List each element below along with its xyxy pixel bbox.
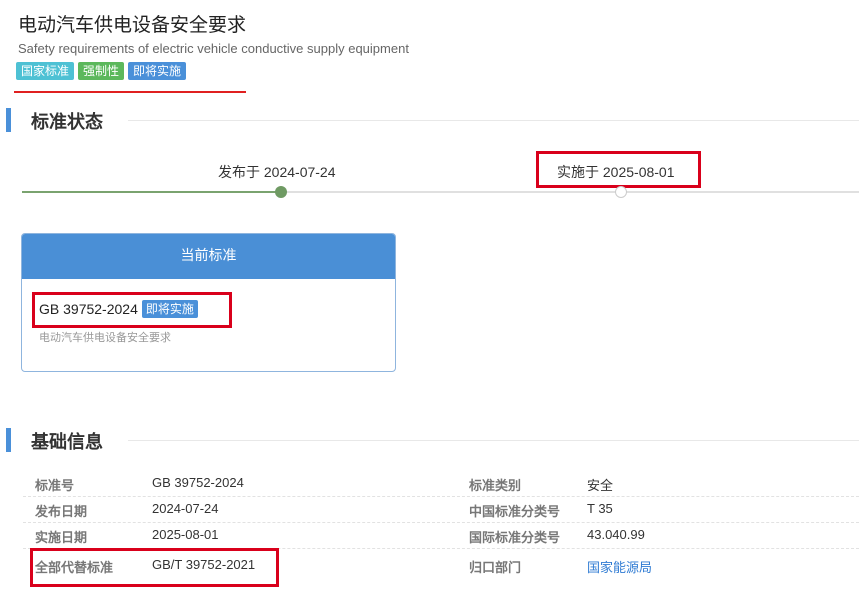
timeline-implemented-label: 实施于 2025-08-01 (557, 164, 675, 180)
info-label: 标准号 (35, 479, 75, 494)
info-value-standard-number: GB 39752-2024 (152, 475, 244, 490)
info-value-publish-date: 2024-07-24 (152, 501, 219, 516)
timeline-node-published (275, 186, 287, 198)
info-label: 标准类别 (469, 479, 522, 494)
tag-national-standard: 国家标准 (16, 62, 75, 80)
timeline-published-label: 发布于 2024-07-24 (218, 164, 336, 180)
timeline-progress (22, 191, 281, 193)
info-row: 发布日期 2024-07-24 中国标准分类号 T 35 (23, 497, 859, 523)
info-row: 实施日期 2025-08-01 国际标准分类号 43.040.99 (23, 523, 859, 549)
tag-group: 国家标准 强制性 即将实施 (16, 62, 187, 80)
info-value-implement-date: 2025-08-01 (152, 527, 219, 542)
section-marker (6, 428, 11, 452)
highlight-box-replaced (30, 548, 279, 587)
info-label: 归口部门 (469, 561, 522, 576)
section-title-status: 标准状态 (31, 112, 103, 133)
timeline-node-implemented (615, 186, 627, 198)
info-label: 发布日期 (35, 505, 88, 520)
page-subtitle-english: Safety requirements of electric vehicle … (18, 41, 409, 56)
highlight-box-standard (32, 292, 232, 328)
info-value-ics: 43.040.99 (587, 527, 645, 542)
section-marker (6, 108, 11, 132)
info-label: 实施日期 (35, 531, 88, 546)
highlight-underline (14, 91, 246, 93)
tag-mandatory: 强制性 (78, 62, 125, 80)
info-label: 国际标准分类号 (469, 531, 561, 546)
info-label: 中国标准分类号 (469, 505, 561, 520)
info-value-category: 安全 (587, 478, 614, 493)
section-title-basic-info: 基础信息 (31, 432, 103, 453)
card-header: 当前标准 (22, 234, 395, 279)
section-divider (128, 120, 859, 121)
tag-upcoming-implementation: 即将实施 (128, 62, 187, 80)
page-title: 电动汽车供电设备安全要求 (18, 14, 247, 36)
info-row: 标准号 GB 39752-2024 标准类别 安全 (23, 471, 859, 497)
section-divider (128, 440, 859, 441)
info-value-ccs: T 35 (587, 501, 613, 516)
info-value-department-link[interactable]: 国家能源局 (587, 557, 652, 576)
card-standard-title: 电动汽车供电设备安全要求 (39, 331, 171, 344)
